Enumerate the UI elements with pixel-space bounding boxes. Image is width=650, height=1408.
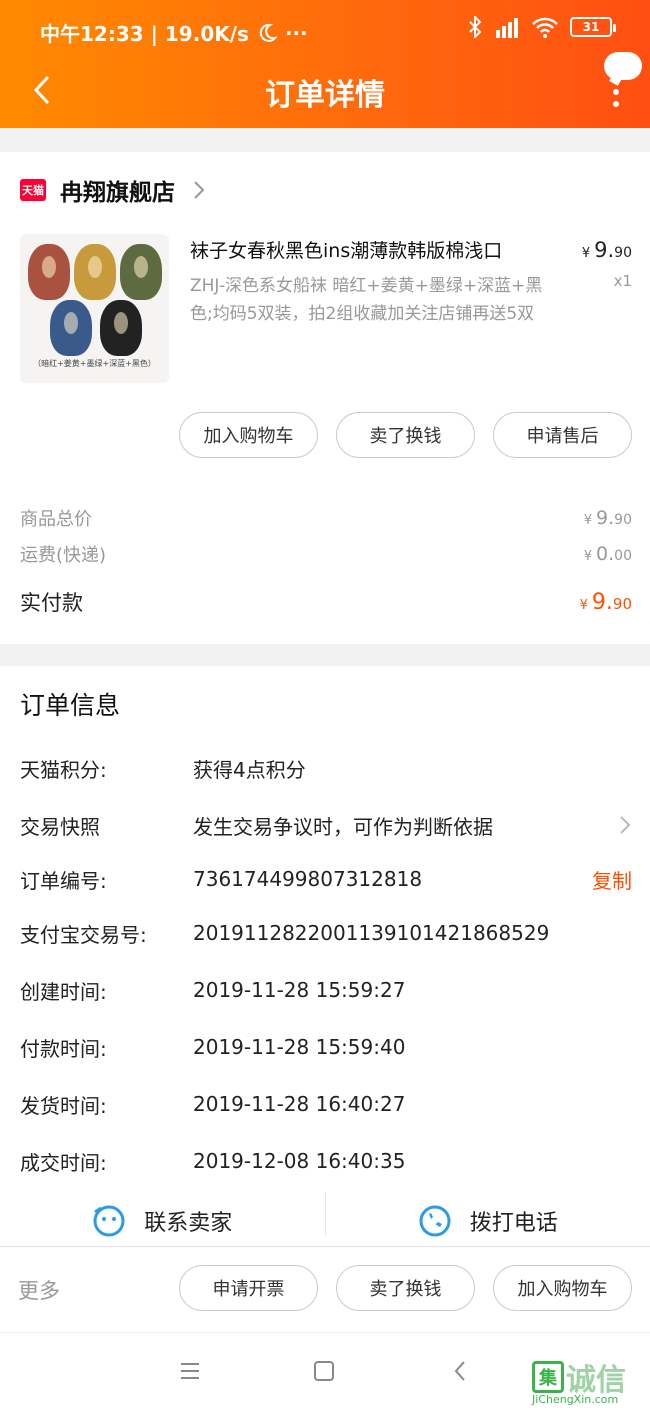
menu-button[interactable] [170,1353,210,1389]
product-sku: ZHJ-深色系女船袜 暗红+姜黄+墨绿+深蓝+黑色;均码5双装，拍2组收藏加关注… [190,276,543,324]
resell-button[interactable]: 卖了换钱 [336,412,475,458]
add-to-cart-button[interactable]: 加入购物车 [179,412,318,458]
info-label: 支付宝交易号: [20,922,147,947]
phone-icon [419,1205,451,1237]
nav-back-button[interactable] [440,1353,480,1389]
order-info-title: 订单信息 [20,691,121,720]
info-label: 发货时间: [20,1093,107,1118]
contact-seller-button[interactable]: 联系卖家 [0,1196,325,1246]
info-value: 2019-11-28 16:40:27 [193,1092,406,1116]
tmall-badge: 天猫 [20,179,46,201]
goods-total-value: ¥9.90 [583,507,632,529]
product-quantity: x1 [613,272,632,290]
watermark: 集 诚信 JiChengXin.com [532,1355,642,1406]
info-row-shipped: 发货时间: 2019-11-28 16:40:27 [20,1084,632,1124]
battery-level: 31 [582,20,600,34]
square-icon [314,1361,334,1381]
bottom-action-buttons: 申请开票 卖了换钱 加入购物车 [179,1265,632,1311]
goods-total-row: 商品总价 ¥9.90 [20,500,632,536]
info-row-paid: 付款时间: 2019-11-28 15:59:40 [20,1027,632,1067]
goods-total-label: 商品总价 [20,509,92,530]
info-label: 成交时间: [20,1150,107,1175]
message-bubble-icon[interactable] [604,52,642,80]
product-thumbnail[interactable]: （暗红+姜黄+墨绿+深蓝+黑色） [20,234,169,383]
wifi-icon [532,17,558,38]
bottom-action-bar: 更多 申请开票 卖了换钱 加入购物车 [0,1246,650,1332]
shipping-row: 运费(快递) ¥0.00 [20,536,632,572]
menu-icon [181,1363,199,1379]
info-row-completed: 成交时间: 2019-12-08 16:40:35 [20,1141,632,1181]
status-dots: ··· [284,20,308,45]
shop-name: 冉翔旗舰店 [60,180,175,206]
price-integer: 9. [594,238,615,262]
chat-face-icon [93,1205,125,1237]
paid-total-label: 实付款 [20,591,83,615]
status-bar: 中午12:33 | 19.0K/s ··· 31 [0,0,650,60]
price-decimal: 90 [614,245,632,261]
info-value: 2019-11-28 15:59:40 [193,1035,406,1059]
info-row-points: 天猫积分: 获得4点积分 [20,748,632,788]
sock-image [28,244,70,300]
status-right: 31 [468,16,616,38]
more-button[interactable]: 更多 [18,1275,60,1305]
moon-icon [259,23,277,42]
request-invoice-button[interactable]: 申请开票 [179,1265,318,1311]
order-item-card: 天猫 冉翔旗舰店 （暗红+姜黄+墨绿+深蓝+黑色） 袜子女春秋黑色ins潮薄款韩… [0,152,650,644]
watermark-box: 集 [532,1361,564,1393]
paid-total-row: 实付款 ¥9.90 [20,572,632,632]
thumbnail-caption: （暗红+姜黄+墨绿+深蓝+黑色） [33,359,156,368]
status-time: 中午12:33 | 19.0K/s [40,22,249,46]
chevron-right-icon [194,181,205,199]
info-row-created: 创建时间: 2019-11-28 15:59:27 [20,970,632,1010]
info-value: 2019112822001139101421868529 [193,921,550,945]
contact-seller-label: 联系卖家 [144,1211,233,1236]
info-row-order-number: 订单编号: 736174499807312818 复制 [20,859,632,899]
sock-image [100,300,142,356]
product-title[interactable]: 袜子女春秋黑色ins潮薄款韩版棉浅口 [190,236,560,263]
info-row-snapshot[interactable]: 交易快照 发生交易争议时，可作为判断依据 [20,805,632,845]
info-label: 创建时间: [20,979,107,1004]
info-value: 2019-11-28 15:59:27 [193,978,406,1002]
shop-row[interactable]: 天猫 冉翔旗舰店 [20,172,205,208]
watermark-url: JiChengXin.com [532,1393,619,1406]
order-detail-page: 中午12:33 | 19.0K/s ··· 31 订单详情 天猫 冉翔旗舰店 （… [0,0,650,1408]
page-title: 订单详情 [265,78,385,113]
battery-icon: 31 [570,17,616,37]
call-phone-button[interactable]: 拨打电话 [326,1196,650,1246]
sock-image [50,300,92,356]
bluetooth-icon [469,16,482,38]
call-phone-label: 拨打电话 [469,1211,558,1236]
sock-image [74,244,116,300]
status-left: 中午12:33 | 19.0K/s ··· [40,18,308,47]
home-button[interactable] [304,1353,344,1389]
info-row-alipay: 支付宝交易号: 2019112822001139101421868529 [20,913,632,953]
add-to-cart-button[interactable]: 加入购物车 [493,1265,632,1311]
info-label: 订单编号: [20,868,107,893]
shipping-value: ¥0.00 [583,543,632,565]
currency-symbol: ¥ [581,246,591,261]
info-value: 2019-12-08 16:40:35 [193,1149,406,1173]
info-label: 天猫积分: [20,757,107,782]
info-value: 发生交易争议时，可作为判断依据 [193,814,493,839]
info-value: 获得4点积分 [193,757,306,782]
back-triangle-icon [454,1361,465,1381]
sock-image [120,244,162,300]
chevron-right-icon [620,816,631,834]
order-info-card: 订单信息 天猫积分: 获得4点积分 交易快照 发生交易争议时，可作为判断依据 订… [0,666,650,1246]
paid-total-value: ¥9.90 [579,589,632,615]
header: 中午12:33 | 19.0K/s ··· 31 订单详情 [0,0,650,128]
price-summary: 商品总价 ¥9.90 运费(快递) ¥0.00 实付款 ¥9.90 [20,500,632,632]
product-price: ¥9.90 [582,238,632,262]
info-label: 付款时间: [20,1036,107,1061]
after-sale-button[interactable]: 申请售后 [493,412,632,458]
info-value: 736174499807312818 [193,867,423,891]
contact-row: 联系卖家 拨打电话 [0,1192,650,1246]
item-action-buttons: 加入购物车 卖了换钱 申请售后 [179,412,632,458]
resell-button[interactable]: 卖了换钱 [336,1265,475,1311]
signal-icon [496,18,518,38]
copy-button[interactable]: 复制 [592,865,632,894]
shipping-label: 运费(快递) [20,545,107,566]
info-label: 交易快照 [20,814,100,839]
title-bar: 订单详情 [0,52,650,128]
